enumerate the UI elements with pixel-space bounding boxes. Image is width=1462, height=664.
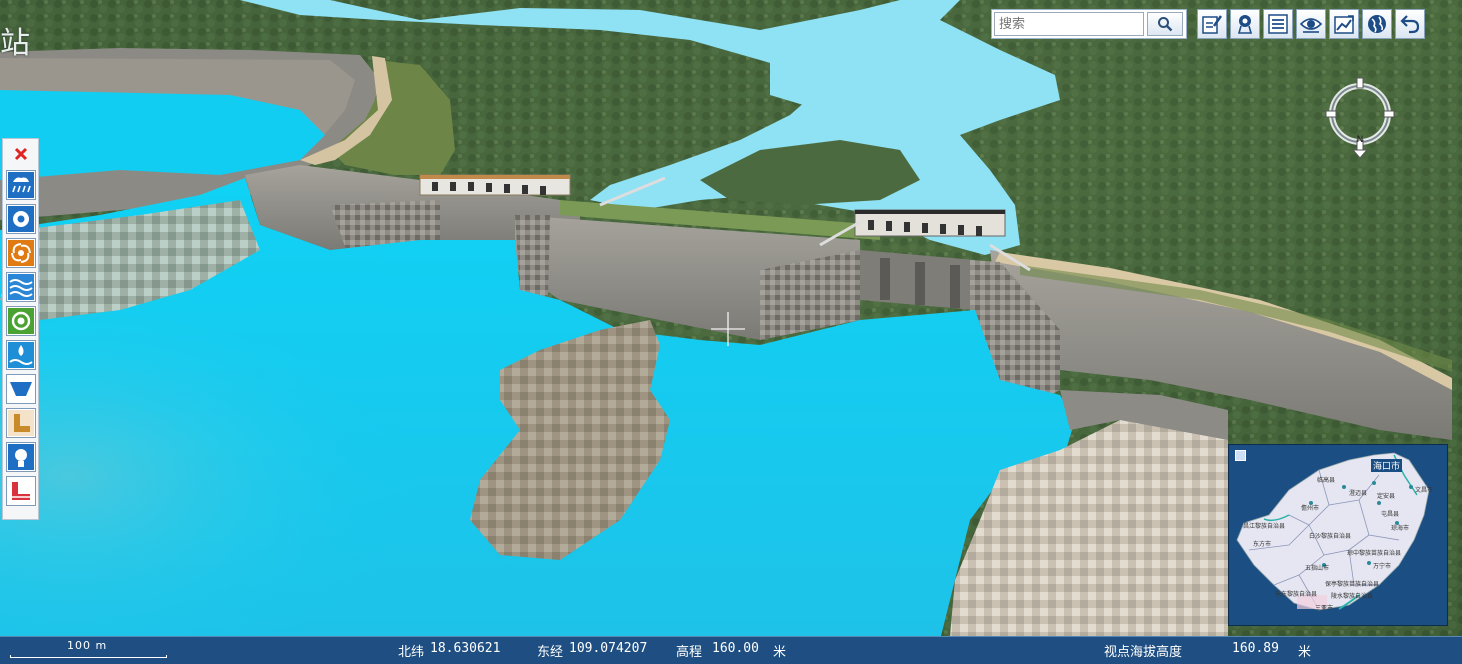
section-button[interactable] [5,374,36,404]
latitude-label: 北纬 [398,645,425,660]
minimap-label: 白沙黎族自治县 [1309,533,1352,540]
minimap-toggle-button[interactable] [1235,450,1246,461]
minimap-label: 保亭黎族苗族自治县 [1325,581,1380,588]
scale-text: 100 m [67,639,108,652]
minimap-label: 乐东黎族自治县 [1275,591,1318,598]
locate-button[interactable] [1230,9,1260,39]
search-icon [1158,17,1173,32]
typhoon-icon [7,240,34,266]
chart-button[interactable] [1329,9,1359,39]
station-icon [7,444,34,470]
compass-north-label: N [1357,135,1364,145]
minimap-label: 东方市 [1253,541,1272,548]
globe-icon [1368,15,1386,33]
gauge-button[interactable] [5,204,36,234]
elevation-value: 160.00 [712,641,759,656]
water-level-icon [7,274,34,300]
edit-icon [1202,15,1222,34]
scale-bar: 100 m [10,639,170,659]
longitude-label: 东经 [537,645,564,660]
minimap-label: 琼中黎族苗族自治县 [1347,550,1402,557]
minimap-label: 琼海市 [1391,525,1410,532]
minimap-label: 屯昌县 [1381,511,1400,518]
elevation-label: 高程 [676,645,703,660]
view-altitude-label: 视点海拔高度 [1104,645,1183,660]
latitude-value: 18.630621 [430,641,501,656]
warning-icon [7,478,34,504]
top-toolbar [991,7,1441,41]
minimap-label: 陵水黎族自治县 [1331,593,1374,600]
scale-line [10,655,167,658]
tool-button-group [1197,9,1425,39]
list-button[interactable] [1263,9,1293,39]
compass-icon: N [1325,77,1395,159]
elevation-unit: 米 [773,645,787,660]
minimap-label: 五指山市 [1305,565,1330,572]
minimap-label: 临高县 [1317,477,1336,484]
list-icon [1268,14,1288,34]
dam-button[interactable] [5,408,36,438]
minimap-label: 定安县 [1377,493,1396,500]
flood-button[interactable] [5,340,36,370]
minimap-label: 三亚市 [1315,605,1334,612]
minimap-label: 昌江黎族自治县 [1243,523,1286,530]
globe-button[interactable] [1362,9,1392,39]
status-bar: 100 m 北纬 18.630621 东经 109.074207 高程 160.… [0,636,1462,664]
minimap-label: 儋州市 [1301,505,1320,512]
site-title: 站 [0,26,32,61]
rain-button[interactable] [5,170,36,200]
longitude-value: 109.074207 [569,641,648,656]
view-altitude-value: 160.89 [1232,641,1279,656]
minimap-city-label: 海口市 [1371,459,1403,472]
dam-icon [7,410,34,436]
reservoir-button[interactable] [5,306,36,336]
back-icon [1400,15,1420,34]
compass[interactable]: N [1322,74,1398,159]
close-icon [14,147,27,161]
back-button[interactable] [1395,9,1425,39]
locate-icon [1237,15,1253,34]
search-button[interactable] [1147,12,1183,36]
minimap[interactable]: 海口市 临高县 澄迈县 定安县 文昌市 儋州市 屯昌县 琼海市 昌江黎族自治县 … [1228,444,1448,626]
minimap-label: 万宁市 [1373,563,1392,570]
view-icon [1300,18,1322,33]
station-button[interactable] [5,442,36,472]
reservoir-icon [7,308,34,334]
edit-button[interactable] [1197,9,1227,39]
view-altitude-unit: 米 [1298,645,1312,660]
minimap-label: 文昌市 [1415,487,1434,494]
warning-button[interactable] [5,476,36,506]
chart-icon [1334,15,1354,34]
search-input[interactable] [994,12,1144,36]
water-level-button[interactable] [5,272,36,302]
flood-icon [7,342,34,368]
left-tool-palette [2,138,39,520]
minimap-label: 澄迈县 [1349,490,1368,497]
rain-icon [7,172,34,198]
typhoon-button[interactable] [5,238,36,268]
close-button[interactable] [6,142,36,166]
section-icon [7,376,34,402]
search-box [991,9,1187,39]
gauge-icon [7,206,34,232]
view-button[interactable] [1296,9,1326,39]
